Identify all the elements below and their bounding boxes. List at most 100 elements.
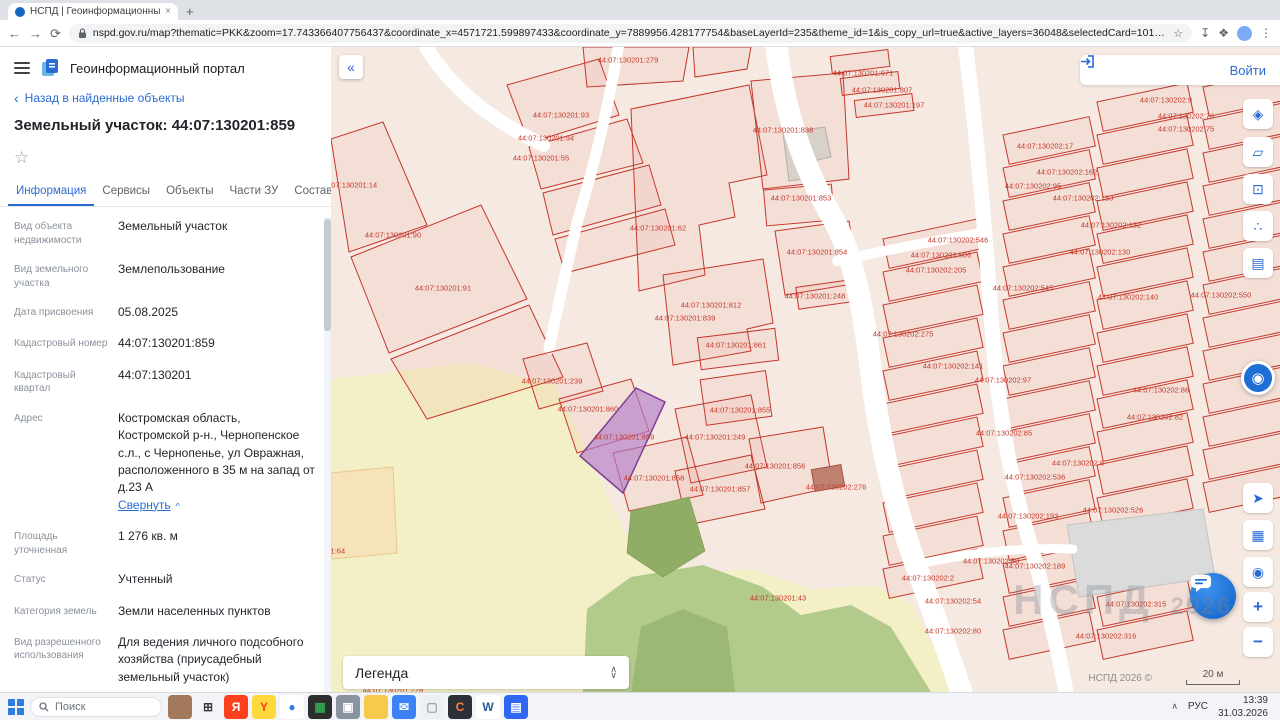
basemap-tool[interactable]: ▦ [1243, 520, 1273, 550]
field-row: Категория земель Земли населенных пункто… [14, 596, 315, 627]
ruler-tool[interactable]: ▱ [1243, 137, 1273, 167]
tab-close-icon[interactable]: × [165, 6, 171, 17]
draw-tool[interactable]: ◉ [1241, 361, 1275, 395]
panel-tab[interactable]: Состав [286, 176, 331, 206]
window-preview[interactable] [168, 694, 192, 719]
word[interactable]: W [476, 694, 500, 719]
parcel-dark [810, 463, 846, 493]
cadastral-map[interactable]: 44:07:130201:279 44:07:130201:971 44:07:13… [331, 47, 1280, 692]
browser-tab[interactable]: НСПД | Геоинформационный п × [8, 3, 178, 20]
mail[interactable]: ✉ [392, 694, 416, 719]
start-button[interactable] [8, 698, 24, 715]
padlock-icon [78, 27, 86, 38]
taskbar-apps: ⊞ Я Y ● ▦ ▣ ✉ ▢ C W ▤ [168, 694, 528, 719]
app-grid[interactable]: ⊞ [196, 695, 220, 719]
url-text: nspd.gov.ru/map?thematic=PKK&zoom=17.743… [92, 27, 1168, 39]
locate-tool[interactable]: ➤ [1243, 483, 1273, 513]
login-button[interactable]: Войти [1080, 55, 1280, 85]
hamburger-menu-icon[interactable] [14, 62, 30, 74]
print-tool[interactable]: ▤ [1243, 248, 1273, 278]
chevron-up-icon: ^ [175, 500, 180, 511]
object-info-panel: Геоинформационный портал ‹ Назад в найде… [0, 47, 331, 692]
field-label: Кадастровый квартал [14, 369, 76, 395]
info-circle-tool[interactable]: ◉ [1243, 557, 1273, 587]
app-c-ring[interactable]: C [448, 694, 472, 719]
field-label: Вид земельного участка [14, 264, 89, 289]
login-icon [1081, 55, 1094, 68]
profile-avatar[interactable] [1237, 25, 1252, 41]
field-row: Кадастровый квартал 44:07:130201 [14, 360, 315, 403]
layers-tool[interactable]: ◈ [1243, 99, 1273, 129]
scale-label: 20 м [1202, 669, 1224, 680]
app-gray[interactable]: ▣ [336, 694, 360, 719]
field-label: Статус [14, 574, 46, 586]
login-label: Войти [1229, 62, 1266, 78]
app-dark-green[interactable]: ▦ [308, 694, 332, 719]
yandex-browser[interactable]: Я [224, 694, 248, 719]
legend-label: Легенда [355, 664, 409, 681]
panel-tab[interactable]: Части ЗУ [222, 176, 287, 206]
field-value: Земли населенных пунктов [118, 603, 271, 618]
browser-menu-icon[interactable]: ⋮ [1260, 26, 1272, 40]
select-area-tool[interactable]: ⊡ [1243, 174, 1273, 204]
field-label: Кадастровый номер [14, 338, 108, 350]
back-button[interactable]: ← [8, 27, 21, 40]
page-title: Земельный участок: 44:07:130201:859 [14, 117, 296, 134]
field-row: Вид объекта недвижимости Земельный участ… [14, 211, 315, 254]
legend-toggle[interactable]: Легенда ∧ ∨ [343, 656, 629, 689]
yandex-start[interactable]: Y [252, 694, 276, 719]
favorite-star-icon[interactable]: ☆ [0, 136, 331, 172]
field-value: 44:07:130201 [118, 367, 192, 382]
panel-tab[interactable]: Информация [8, 176, 94, 206]
language-indicator[interactable]: РУС [1188, 701, 1208, 712]
app-blue[interactable]: ▤ [504, 694, 528, 719]
collapse-address-link[interactable]: Свернуть [118, 498, 171, 512]
clock-time: 13:39 [1242, 694, 1268, 706]
system-tray: ∧ РУС 13:39 31.03.2026 [1171, 694, 1272, 720]
forward-button[interactable]: → [29, 27, 42, 40]
field-label: Категория земель [14, 605, 97, 617]
panel-tabs: ИнформацияСервисыОбъектыЧасти ЗУСостав › [0, 176, 331, 207]
browser-toolbar: ← → ⟳ nspd.gov.ru/map?thematic=PKK&zoom=… [0, 20, 1280, 47]
portal-header: Геоинформационный портал [0, 47, 331, 85]
field-value: 1 276 кв. м [118, 529, 178, 544]
site-favicon [15, 6, 25, 17]
reload-button[interactable]: ⟳ [50, 27, 61, 40]
search-placeholder: Поиск [55, 700, 86, 713]
screen: НСПД | Геоинформационный п × + ← → ⟳ nsp… [0, 0, 1280, 720]
back-to-results-link[interactable]: ‹ Назад в найденные объекты [0, 85, 331, 107]
clock-date: 31.03.2026 [1217, 707, 1268, 719]
extensions-icon[interactable]: ❖ [1218, 26, 1229, 40]
panel-tab[interactable]: Объекты [158, 176, 221, 206]
panel-tab[interactable]: Сервисы [94, 176, 158, 206]
folder[interactable] [364, 694, 388, 719]
zoom-in-tool[interactable]: + [1243, 592, 1273, 622]
portal-logo [42, 59, 58, 76]
tray-expand-icon[interactable]: ∧ [1171, 701, 1178, 712]
new-tab-button[interactable]: + [186, 4, 194, 19]
attributes-list: Вид объекта недвижимости Земельный участ… [0, 207, 331, 692]
collapse-panel-button[interactable]: « [339, 55, 363, 79]
url-bar[interactable]: nspd.gov.ru/map?thematic=PKK&zoom=17.743… [68, 23, 1193, 43]
bookmark-star-icon[interactable]: ☆ [1173, 27, 1183, 40]
zoom-out-tool[interactable]: − [1243, 627, 1273, 657]
share-tool[interactable]: ∴ [1243, 211, 1273, 241]
field-value: Землепользование [118, 262, 225, 276]
field-row: Адрес Костромская область, Костромской р… [14, 403, 315, 521]
panel-scrollbar-thumb[interactable] [324, 219, 331, 331]
zone-peach [331, 466, 398, 560]
scale-bar: 20 м [1186, 669, 1240, 685]
field-row: Вид земельного участка Землепользование [14, 254, 315, 297]
field-label: Вид объекта недвижимости [14, 221, 82, 246]
taskbar-search[interactable]: Поиск [30, 696, 162, 717]
map-attribution: НСПД 2026 © [1088, 673, 1152, 684]
field-value: Учтенный [118, 572, 173, 587]
browser-circle[interactable]: ● [280, 694, 304, 719]
app-light[interactable]: ▢ [420, 694, 444, 719]
watermark: НСПД 2026 [1013, 576, 1232, 623]
field-value: 44:07:130201:859 [118, 336, 215, 351]
download-icon[interactable]: ↧ [1200, 26, 1210, 40]
chevron-left-icon: ‹ [14, 90, 19, 106]
clock[interactable]: 13:39 31.03.2026 [1218, 694, 1268, 720]
field-row: Площадь уточненная 1 276 кв. м [14, 521, 315, 564]
